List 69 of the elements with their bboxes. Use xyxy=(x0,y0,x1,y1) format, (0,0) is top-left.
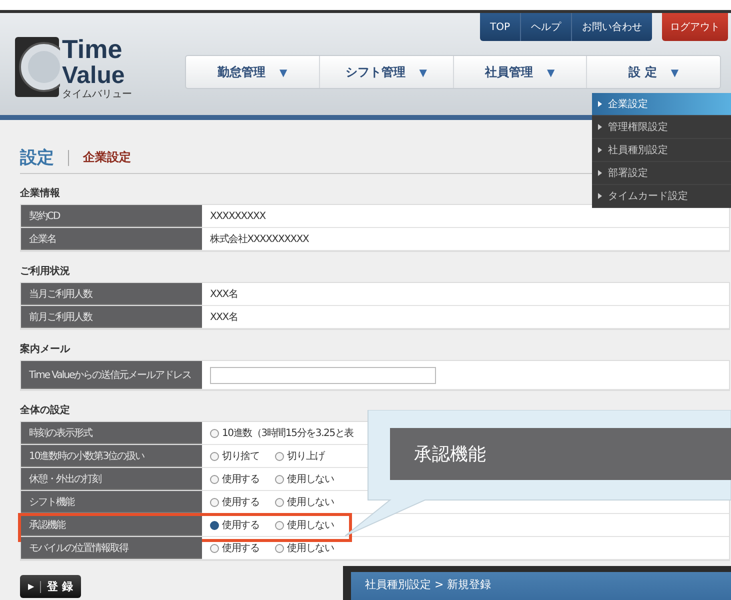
row-label: 時刻の表示形式 xyxy=(21,422,202,444)
row-value: XXX名 xyxy=(210,311,238,324)
top-link[interactable]: TOP xyxy=(480,13,520,41)
row-label: 休憩・外出の打刻 xyxy=(21,468,202,490)
bullet-icon xyxy=(598,124,602,130)
breadcrumb: 企業設定 xyxy=(83,149,131,166)
radio-option[interactable]: 使用する xyxy=(210,541,260,555)
radio-button[interactable] xyxy=(275,544,284,552)
page-title: 設定 xyxy=(20,147,54,169)
row-label: 承認機能 xyxy=(21,514,202,536)
row-label: 当月ご利用人数 xyxy=(21,283,202,305)
radio-button[interactable] xyxy=(210,498,219,506)
dialog-header: 社員種別設定 > 新規登録 xyxy=(351,572,731,600)
radio-option[interactable]: 切り捨て xyxy=(210,449,260,463)
radio-button[interactable] xyxy=(210,452,219,460)
input-field[interactable] xyxy=(210,366,436,384)
menu-item[interactable]: 管理権限設定 xyxy=(592,116,731,139)
row-label: シフト機能 xyxy=(21,491,202,513)
radio-option[interactable]: 10進数（3時間15分を3.25と表 xyxy=(210,426,354,440)
section-title: 企業情報 xyxy=(20,186,60,200)
logo-text: Time xyxy=(62,34,124,65)
nav-item[interactable]: 設 定 ▼ xyxy=(586,56,720,88)
bullet-icon xyxy=(598,101,602,107)
bullet-icon xyxy=(598,147,602,153)
callout-title: 承認機能 xyxy=(390,428,731,480)
bullet-icon xyxy=(598,193,602,199)
section-title: ご利用状況 xyxy=(20,264,70,278)
row-value: XXXXXXXXX xyxy=(210,210,266,222)
nav-item[interactable]: 社員管理 ▼ xyxy=(452,56,586,88)
clock-icon xyxy=(14,36,60,98)
radio-option[interactable]: 切り上げ xyxy=(275,449,324,463)
radio-button[interactable] xyxy=(275,498,284,506)
radio-option[interactable]: 使用しない xyxy=(275,472,334,486)
register-button[interactable]: ▶ 登 録 xyxy=(20,575,81,598)
radio-button[interactable] xyxy=(210,520,219,530)
radio-option[interactable]: 使用しない xyxy=(275,495,334,509)
radio-button[interactable] xyxy=(210,544,219,552)
logo-text: Value xyxy=(62,62,126,90)
row-label: 前月ご利用人数 xyxy=(21,306,202,328)
menu-item[interactable]: 企業設定 xyxy=(592,93,731,116)
logo-subtitle: タイムバリュー xyxy=(62,90,132,100)
nav-item[interactable]: シフト管理 ▼ xyxy=(318,56,452,88)
menu-item[interactable]: 部署設定 xyxy=(592,162,731,185)
radio-button[interactable] xyxy=(210,428,219,438)
radio-button[interactable] xyxy=(275,474,284,484)
menu-item[interactable]: 社員種別設定 xyxy=(592,139,731,162)
radio-button[interactable] xyxy=(275,520,284,530)
section-title: 案内メール xyxy=(20,342,70,356)
row-label: 企業名 xyxy=(21,228,202,250)
row-label: 10進数時の小数第3位の扱い xyxy=(21,445,202,467)
row-value: 株式会社XXXXXXXXXX xyxy=(210,232,309,246)
row-label: モバイルの位置情報取得 xyxy=(21,537,202,559)
row-value: XXX名 xyxy=(210,288,238,301)
radio-option[interactable]: 使用する xyxy=(210,495,260,509)
radio-option[interactable]: 使用しない xyxy=(275,541,334,555)
bullet-icon xyxy=(598,170,602,176)
nav-item[interactable]: 勤怠管理 ▼ xyxy=(186,56,319,88)
top-link[interactable]: ヘルプ xyxy=(520,13,571,41)
radio-option[interactable]: 使用しない xyxy=(275,518,334,532)
radio-button[interactable] xyxy=(275,452,284,460)
top-link[interactable]: お問い合わせ xyxy=(571,13,652,41)
row-label: 契約CD xyxy=(21,205,202,227)
row-label: Time Valueからの送信元メールアドレス xyxy=(21,361,202,389)
menu-item[interactable]: タイムカード設定 xyxy=(592,185,731,208)
radio-option[interactable]: 使用する xyxy=(210,472,260,486)
section-title: 全体の設定 xyxy=(20,403,70,417)
logout-button[interactable]: ログアウト xyxy=(662,13,728,41)
radio-button[interactable] xyxy=(210,474,219,484)
radio-option[interactable]: 使用する xyxy=(210,518,260,532)
